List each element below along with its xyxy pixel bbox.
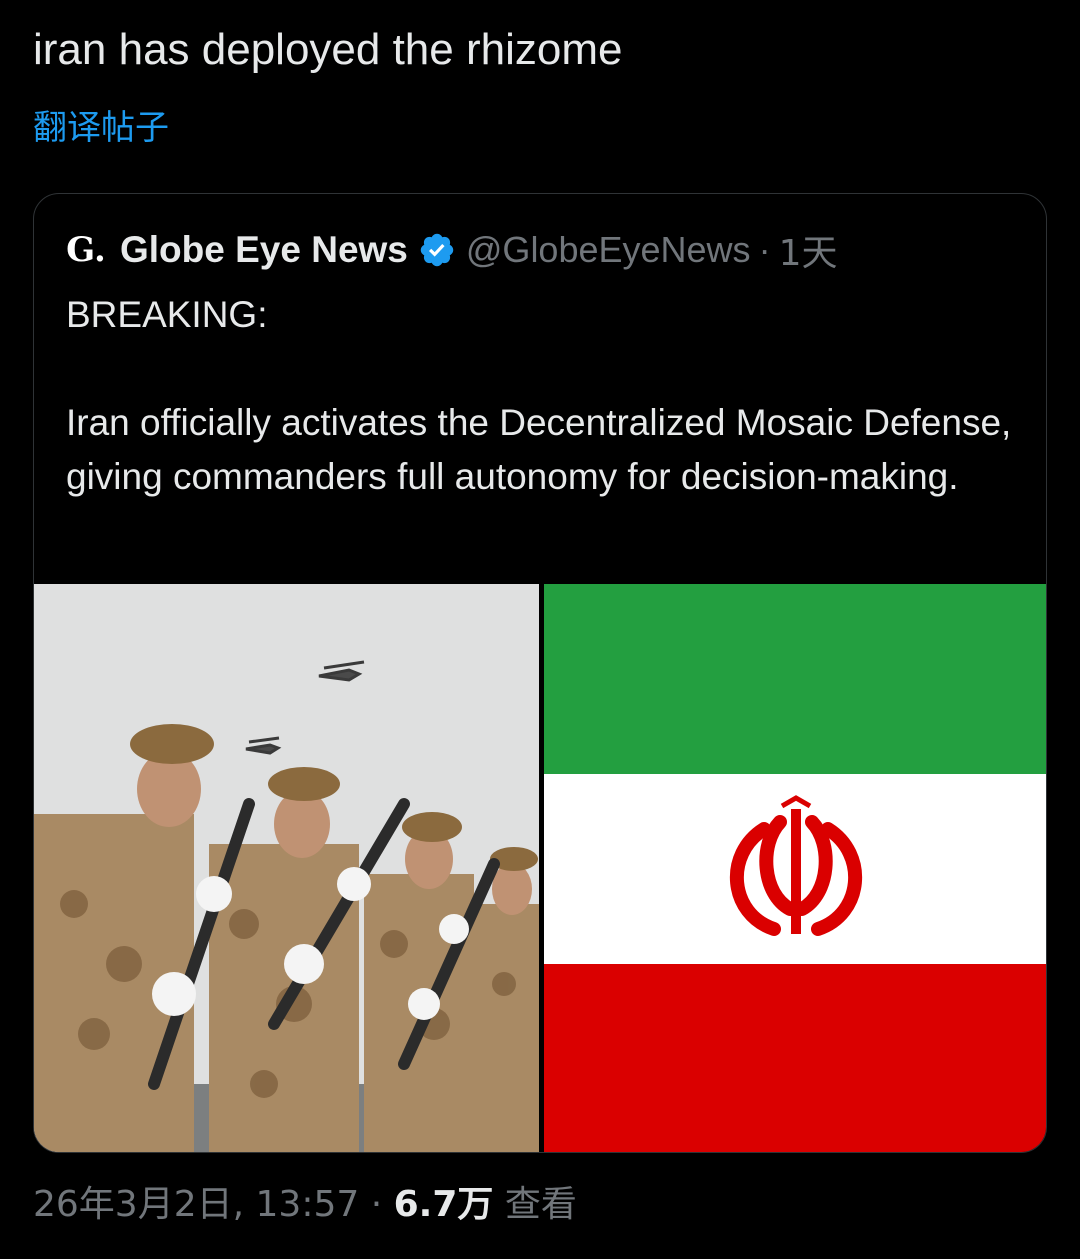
quoted-display-name[interactable]: Globe Eye News bbox=[120, 229, 408, 271]
view-count: 6.7万 bbox=[393, 1184, 494, 1225]
soldiers-image bbox=[34, 584, 539, 1152]
tweet-text: iran has deployed the rhizome bbox=[33, 25, 623, 74]
quoted-tweet-header: G. Globe Eye News @GlobeEyeNews · 1天 bbox=[66, 224, 837, 276]
quoted-tweet-text: Iran officially activates the Decentrali… bbox=[66, 402, 1012, 497]
tweet-footer: 26年3月2日, 13:57 · 6.7万 查看 bbox=[33, 1180, 577, 1230]
verified-badge-icon bbox=[420, 233, 454, 267]
quoted-time[interactable]: 1天 bbox=[779, 224, 838, 276]
views-label: 查看 bbox=[504, 1184, 577, 1225]
breaking-label: BREAKING: bbox=[66, 294, 268, 335]
translate-post-link[interactable]: 翻译帖子 bbox=[33, 104, 169, 152]
iran-flag-icon bbox=[544, 584, 1046, 1152]
avatar[interactable]: G. bbox=[66, 230, 106, 270]
quoted-handle[interactable]: @GlobeEyeNews bbox=[466, 229, 751, 271]
media-grid bbox=[34, 584, 1046, 1152]
separator-dot: · bbox=[758, 229, 771, 270]
iran-flag-photo[interactable] bbox=[544, 584, 1046, 1152]
quoted-tweet-body: BREAKING: Iran officially activates the … bbox=[66, 288, 1026, 504]
tweet-detail: iran has deployed the rhizome 翻译帖子 G. Gl… bbox=[0, 0, 1080, 1259]
quoted-tweet-card[interactable]: G. Globe Eye News @GlobeEyeNews · 1天 BRE… bbox=[33, 193, 1047, 1153]
soldiers-photo[interactable] bbox=[34, 584, 539, 1152]
timestamp[interactable]: 26年3月2日, 13:57 bbox=[33, 1184, 359, 1225]
separator-dot: · bbox=[370, 1184, 383, 1225]
